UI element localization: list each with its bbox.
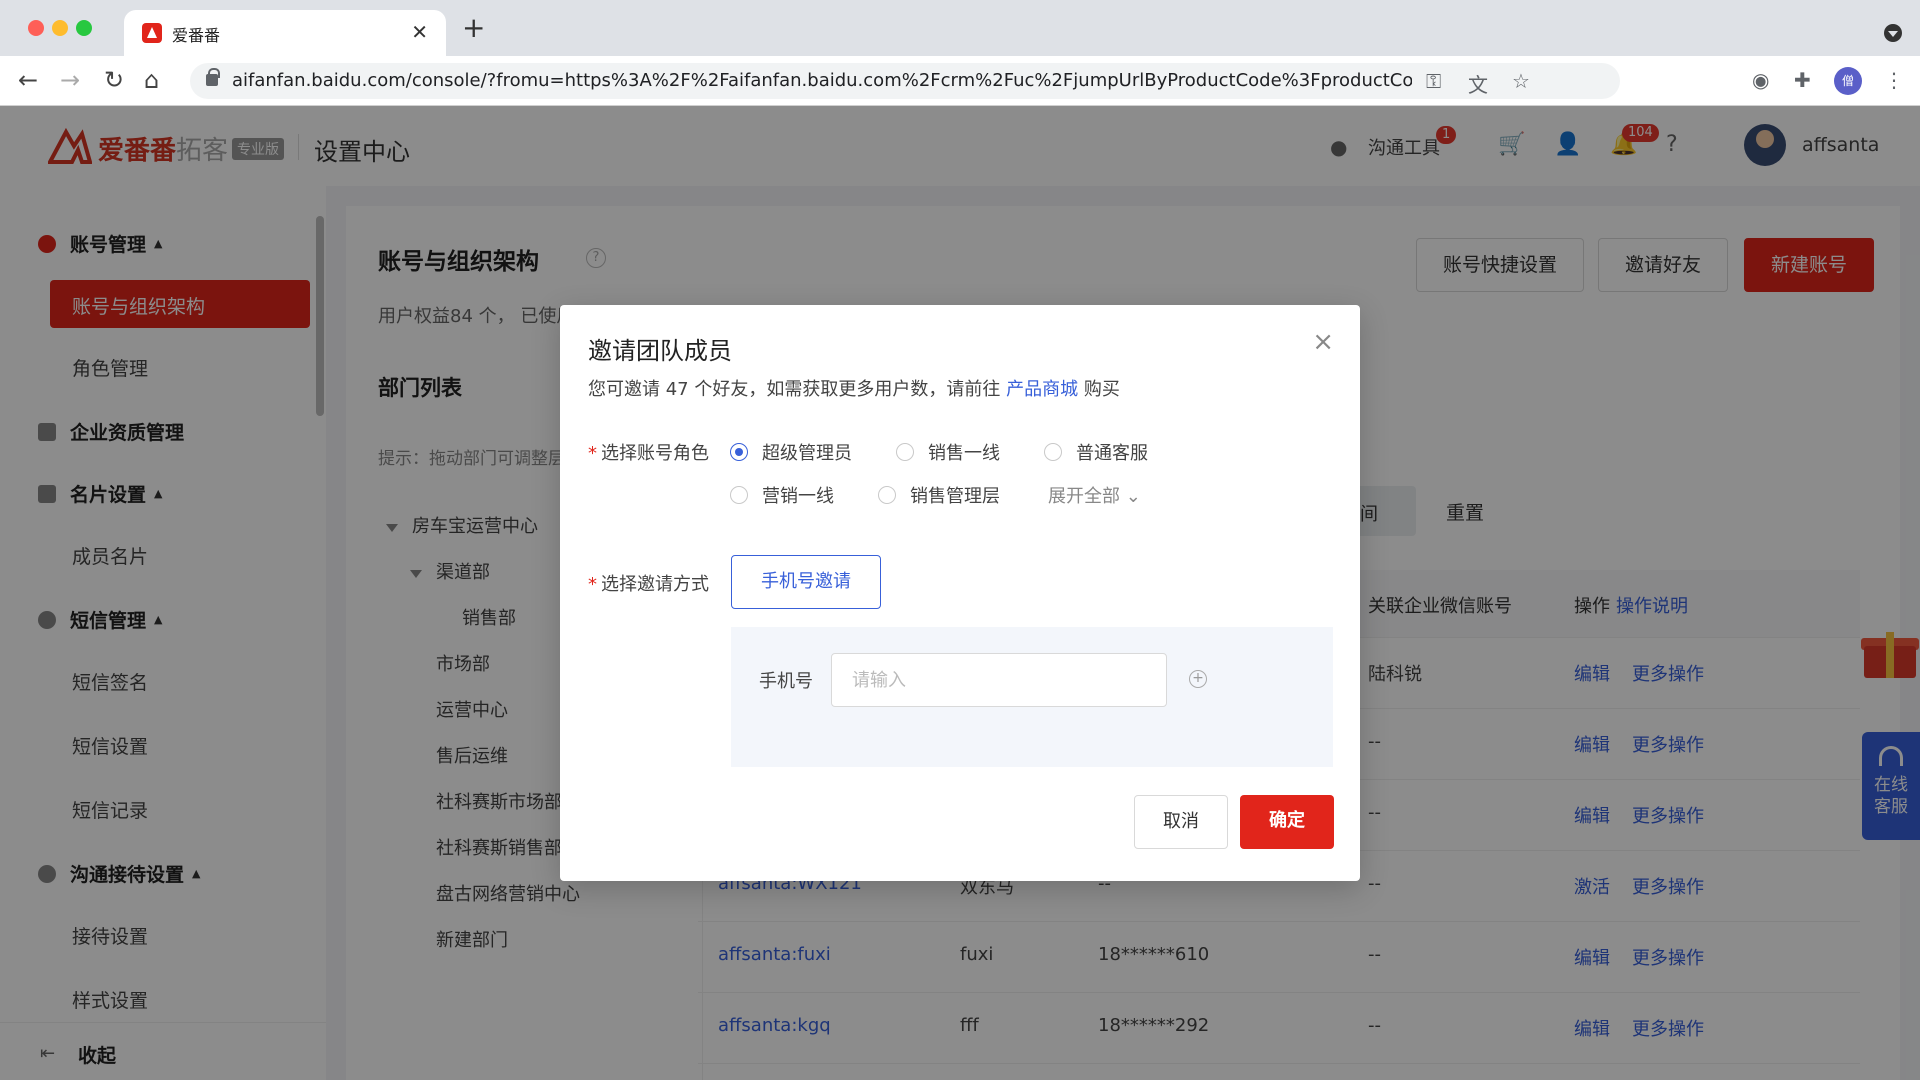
url-text: aifanfan.baidu.com/console/?fromu=https%… — [232, 70, 1412, 91]
close-icon[interactable]: × — [1312, 329, 1334, 355]
radio-icon — [896, 443, 914, 461]
radio-label: 营销一线 — [762, 486, 834, 507]
role-label-text: 选择账号角色 — [601, 443, 709, 464]
radio-icon — [1044, 443, 1062, 461]
aifanfan-favicon-icon — [142, 23, 162, 43]
browser-menu-icon[interactable]: ⋮ — [1884, 68, 1904, 92]
method-field-label: * 选择邀请方式 — [588, 570, 709, 596]
desc-text: 您可邀请 47 个好友，如需获取更多用户数，请前往 — [588, 379, 1001, 400]
forward-icon[interactable]: → — [60, 66, 80, 94]
home-icon[interactable]: ⌂ — [144, 66, 159, 94]
modal-title: 邀请团队成员 — [588, 337, 732, 365]
role-radio-sales[interactable]: 销售一线 — [896, 439, 1000, 465]
minimize-window-button[interactable] — [52, 20, 68, 36]
expand-all-label: 展开全部 — [1048, 486, 1120, 507]
confirm-button[interactable]: 确定 — [1240, 795, 1334, 849]
add-circle-icon[interactable]: + — [1189, 670, 1207, 688]
bookmark-star-icon[interactable]: ☆ — [1512, 69, 1530, 93]
product-mall-link[interactable]: 产品商城 — [1006, 379, 1078, 400]
phone-invite-button[interactable]: 手机号邀请 — [731, 555, 881, 609]
radio-icon — [878, 486, 896, 504]
modal-description: 您可邀请 47 个好友，如需获取更多用户数，请前往 产品商城 购买 — [588, 375, 1120, 401]
reload-icon[interactable]: ↻ — [104, 66, 124, 94]
expand-all-button[interactable]: 展开全部 ⌄ — [1048, 482, 1141, 508]
screenshot-icon[interactable]: ◉ — [1752, 68, 1769, 92]
extensions-icon[interactable]: ✚ — [1794, 68, 1811, 92]
method-label-text: 选择邀请方式 — [601, 574, 709, 595]
role-radio-marketing[interactable]: 营销一线 — [730, 482, 834, 508]
key-icon[interactable]: ⚿ — [1426, 69, 1441, 93]
browser-toolbar: ← → ↻ ⌂ aifanfan.baidu.com/console/?from… — [0, 56, 1920, 106]
browser-tab-bar: 爱番番 ✕ + — [0, 0, 1920, 56]
role-radio-super-admin[interactable]: 超级管理员 — [730, 439, 852, 465]
phone-field-label: 手机号 — [759, 671, 813, 692]
invite-team-modal: 邀请团队成员 × 您可邀请 47 个好友，如需获取更多用户数，请前往 产品商城 … — [560, 305, 1360, 881]
radio-icon — [730, 486, 748, 504]
tab-title: 爱番番 — [172, 26, 221, 45]
lock-icon[interactable] — [206, 68, 220, 86]
chevron-down-icon: ⌄ — [1120, 486, 1141, 507]
required-mark: * — [588, 443, 597, 464]
close-tab-icon[interactable]: ✕ — [411, 20, 428, 44]
role-radio-service[interactable]: 普通客服 — [1044, 439, 1148, 465]
profile-avatar[interactable]: 僧 — [1834, 67, 1862, 95]
radio-label: 销售管理层 — [910, 486, 1000, 507]
back-icon[interactable]: ← — [18, 66, 38, 94]
role-field-label: * 选择账号角色 — [588, 439, 709, 465]
address-bar[interactable]: aifanfan.baidu.com/console/?fromu=https%… — [190, 63, 1620, 99]
required-mark: * — [588, 574, 597, 595]
desc-suffix: 购买 — [1083, 379, 1120, 400]
phone-input[interactable] — [831, 653, 1167, 707]
role-radio-sales-manager[interactable]: 销售管理层 — [878, 482, 1000, 508]
radio-label: 普通客服 — [1076, 443, 1148, 464]
radio-label: 销售一线 — [928, 443, 1000, 464]
cancel-button[interactable]: 取消 — [1134, 795, 1228, 849]
radio-label: 超级管理员 — [762, 443, 852, 464]
new-tab-icon[interactable]: + — [462, 14, 485, 42]
close-window-button[interactable] — [28, 20, 44, 36]
phone-invite-panel: 手机号 + — [731, 627, 1333, 767]
tab-search-icon[interactable] — [1884, 24, 1902, 42]
translate-icon[interactable]: 文 — [1468, 69, 1488, 98]
browser-tab[interactable]: 爱番番 ✕ — [124, 10, 446, 56]
radio-checked-icon — [730, 443, 748, 461]
maximize-window-button[interactable] — [76, 20, 92, 36]
